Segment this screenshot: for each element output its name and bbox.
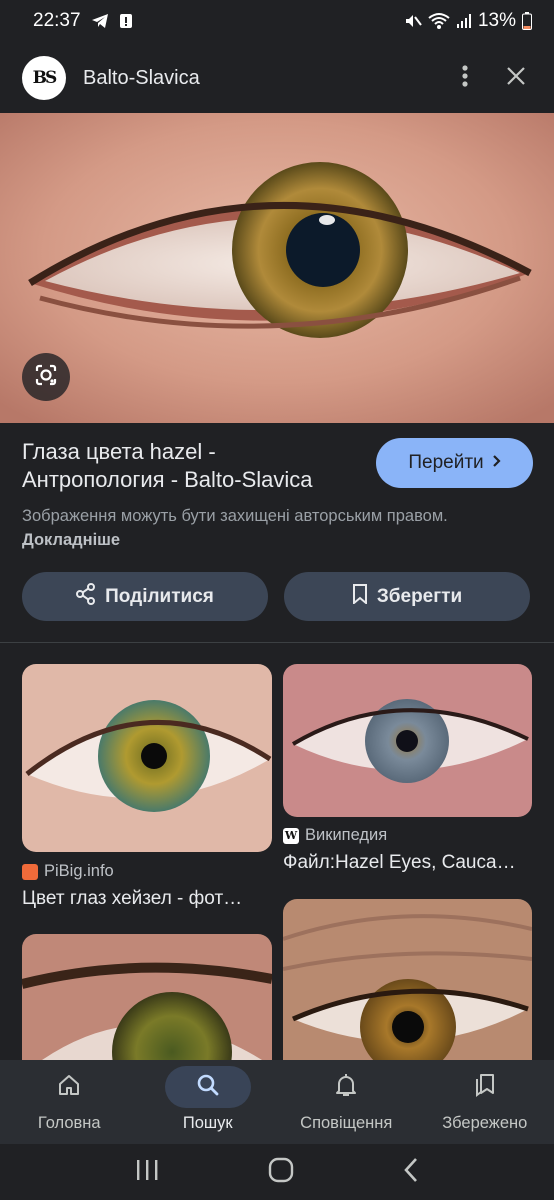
bookmarks-icon — [474, 1073, 496, 1102]
related-image-2[interactable] — [283, 664, 532, 817]
more-options-icon[interactable] — [462, 64, 468, 93]
home-button-icon[interactable] — [268, 1157, 294, 1188]
related-source-2: W Википедия — [283, 826, 387, 845]
nav-saved[interactable]: Збережено — [416, 1060, 554, 1144]
back-icon[interactable] — [403, 1157, 419, 1188]
copyright-text: Зображення можуть бути захищені авторськ… — [22, 507, 448, 525]
system-navigation-bar — [0, 1144, 554, 1200]
site-logo[interactable]: BS — [22, 56, 66, 100]
nav-search-label: Пошук — [182, 1114, 233, 1132]
recents-icon[interactable] — [135, 1159, 159, 1186]
battery-icon — [522, 12, 532, 30]
related-image-3[interactable] — [22, 934, 272, 1060]
share-button-label: Поділитися — [105, 585, 214, 607]
status-bar: 22:37 13% — [0, 0, 554, 42]
bottom-navigation: Головна Пошук Сповіщення Збережено — [0, 1060, 554, 1144]
wifi-icon — [428, 12, 450, 30]
chevron-right-icon — [492, 452, 501, 474]
share-button[interactable]: Поділитися — [22, 572, 268, 621]
save-button-label: Зберегти — [376, 585, 463, 607]
wikipedia-favicon-icon: W — [283, 827, 299, 844]
search-icon — [196, 1073, 220, 1102]
related-source-name: PiBig.info — [44, 862, 114, 880]
close-icon[interactable] — [506, 66, 526, 91]
copyright-notice: Зображення можуть бути захищені авторськ… — [22, 504, 482, 552]
related-source-name: Википедия — [305, 826, 388, 844]
telegram-icon — [91, 13, 109, 29]
pibig-favicon-icon — [22, 863, 38, 880]
nav-search[interactable]: Пошук — [139, 1060, 278, 1144]
site-name[interactable]: Balto-Slavica — [83, 67, 200, 90]
clock: 22:37 — [33, 10, 81, 31]
related-title-1[interactable]: Цвет глаз хейзел - фот… — [22, 888, 272, 910]
alert-icon — [119, 13, 133, 29]
nav-home[interactable]: Головна — [0, 1060, 139, 1144]
share-icon — [76, 582, 96, 611]
related-image-4[interactable] — [283, 899, 532, 1060]
bell-icon — [335, 1073, 357, 1102]
bookmark-icon — [352, 583, 368, 610]
divider — [0, 642, 554, 643]
home-icon — [57, 1073, 81, 1102]
related-image-1[interactable] — [22, 664, 272, 852]
visit-button[interactable]: Перейти — [376, 438, 533, 488]
nav-notifications[interactable]: Сповіщення — [277, 1060, 416, 1144]
signal-icon — [456, 13, 472, 29]
source-header: BS Balto-Slavica — [0, 46, 554, 110]
mute-icon — [404, 12, 422, 30]
battery-percent: 13% — [477, 10, 516, 31]
nav-notifications-label: Сповіщення — [300, 1114, 393, 1132]
learn-more-link[interactable]: Докладніше — [22, 531, 120, 549]
nav-saved-label: Збережено — [442, 1114, 528, 1132]
main-image[interactable] — [0, 113, 554, 423]
related-source-1: PiBig.info — [22, 862, 114, 881]
visit-button-label: Перейти — [408, 452, 484, 473]
result-title[interactable]: Глаза цвета hazel - Антропология - Balto… — [22, 438, 362, 494]
save-button[interactable]: Зберегти — [284, 572, 530, 621]
google-lens-button[interactable] — [22, 353, 70, 401]
related-title-2[interactable]: Файл:Hazel Eyes, Cauca… — [283, 852, 532, 874]
nav-home-label: Головна — [37, 1114, 101, 1132]
lens-icon — [33, 362, 59, 393]
